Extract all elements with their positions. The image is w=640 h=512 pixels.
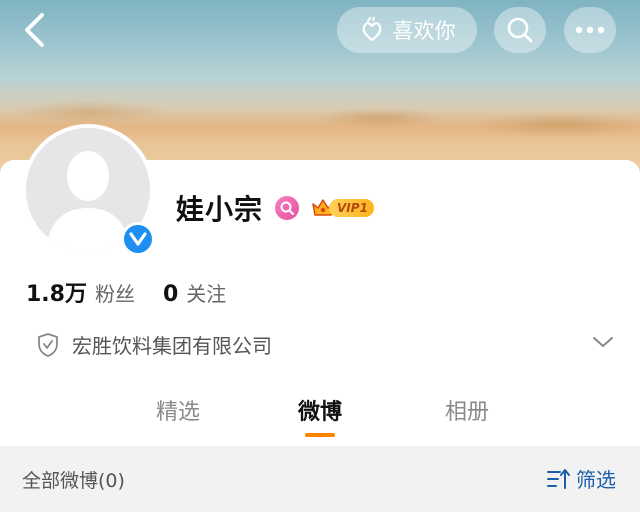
like-you-button[interactable]: 喜欢你 (337, 7, 477, 53)
filter-button[interactable]: 筛选 (546, 464, 616, 493)
verified-v-icon (129, 232, 147, 246)
active-tab-indicator (305, 433, 335, 437)
filter-label: 筛选 (576, 468, 616, 492)
shield-check-icon (38, 332, 58, 357)
followers-label[interactable]: 粉丝 (95, 278, 135, 307)
verified-badge (121, 222, 155, 256)
profile-name: 娃小宗 (176, 193, 264, 226)
hand-heart-icon (362, 17, 381, 42)
expand-info-button[interactable] (592, 334, 614, 353)
tab-featured[interactable]: 精选 (156, 394, 200, 426)
name-row: 娃小宗 VIP1 (176, 188, 374, 228)
more-dots-icon (575, 26, 605, 34)
filter-icon (547, 468, 570, 489)
back-button[interactable] (14, 10, 54, 50)
magnifier-badge-icon (280, 201, 295, 215)
search-icon (507, 17, 533, 43)
tab-album[interactable]: 相册 (445, 394, 489, 426)
super-topic-badge[interactable] (275, 196, 300, 220)
feed-filter-bar: 全部微博(0) 筛选 (0, 446, 640, 512)
followers-count[interactable]: 1.8万 (26, 276, 87, 308)
profile-stats: 1.8万 粉丝 0 关注 (26, 276, 226, 308)
search-button[interactable] (494, 7, 546, 53)
company-name: 宏胜饮料集团有限公司 (72, 334, 272, 358)
company-row[interactable]: 宏胜饮料集团有限公司 (36, 330, 272, 359)
following-label[interactable]: 关注 (186, 278, 226, 307)
tab-weibo[interactable]: 微博 (298, 394, 342, 426)
chevron-left-icon (25, 13, 44, 47)
all-posts-label[interactable]: 全部微博(0) (22, 466, 125, 493)
more-button[interactable] (564, 7, 616, 53)
vip-badge[interactable]: VIP1 (311, 197, 374, 219)
like-you-label: 喜欢你 (392, 19, 456, 43)
vip-level-label: VIP1 (329, 199, 374, 217)
following-count[interactable]: 0 (163, 282, 178, 307)
chevron-down-icon (593, 337, 613, 347)
